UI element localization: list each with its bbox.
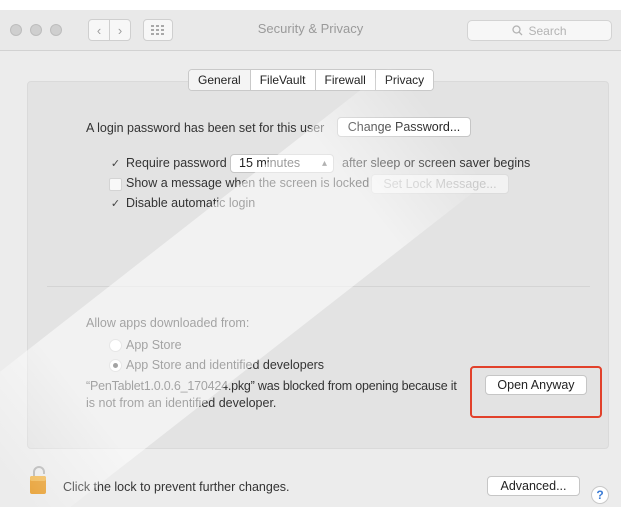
require-password-delay-select[interactable]: 15 minutes ▴ xyxy=(230,154,334,173)
tab-filevault[interactable]: FileVault xyxy=(250,70,316,90)
tab-firewall[interactable]: Firewall xyxy=(315,70,376,90)
help-button[interactable]: ? xyxy=(591,486,609,504)
change-password-button[interactable]: Change Password... xyxy=(337,117,471,137)
search-placeholder: Search xyxy=(528,23,567,38)
radio-app-store-label: App Store xyxy=(126,338,182,352)
lock-status-text: Click the lock to prevent further change… xyxy=(63,480,290,494)
title-bar: ‹ › Security & Privacy Search xyxy=(0,10,621,51)
radio-app-store-identified[interactable] xyxy=(109,359,122,372)
tab-bar: General FileVault Firewall Privacy xyxy=(188,69,435,91)
allow-apps-heading: Allow apps downloaded from: xyxy=(86,316,250,330)
disable-auto-login-checkbox[interactable]: ✓ xyxy=(109,197,122,210)
require-password-checkbox[interactable]: ✓ xyxy=(109,157,122,170)
blocked-message-line2: is not from an identified developer. xyxy=(86,396,277,410)
updown-arrows-icon: ▴ xyxy=(321,158,327,169)
tab-privacy[interactable]: Privacy xyxy=(375,70,434,90)
checkmark-icon: ✓ xyxy=(110,158,121,170)
radio-selected-dot xyxy=(113,363,118,368)
search-icon xyxy=(512,25,523,36)
login-password-text: A login password has been set for this u… xyxy=(86,121,325,135)
show-message-checkbox[interactable] xyxy=(109,178,122,191)
after-sleep-text: after sleep or screen saver begins xyxy=(342,156,531,170)
delay-value: 15 minutes xyxy=(239,156,301,170)
advanced-button[interactable]: Advanced... xyxy=(487,476,580,496)
radio-app-store-identified-label: App Store and identified developers xyxy=(126,358,325,372)
lock-icon[interactable] xyxy=(28,463,50,495)
require-password-label: Require password xyxy=(126,156,227,170)
blocked-message-line1: “PenTablet1.0.0.6_170424.pkg” was blocke… xyxy=(86,379,457,393)
open-anyway-highlight xyxy=(470,366,602,418)
security-privacy-window: ‹ › Security & Privacy Search General Fi… xyxy=(0,10,621,507)
disable-auto-login-label: Disable automatic login xyxy=(126,196,256,210)
search-field[interactable]: Search xyxy=(467,20,612,41)
section-divider xyxy=(47,286,590,287)
show-message-label: Show a message when the screen is locked xyxy=(126,176,370,190)
set-lock-message-button[interactable]: Set Lock Message... xyxy=(371,174,509,194)
radio-app-store[interactable] xyxy=(109,339,122,352)
tab-general[interactable]: General xyxy=(189,70,251,90)
checkmark-icon: ✓ xyxy=(110,198,121,210)
